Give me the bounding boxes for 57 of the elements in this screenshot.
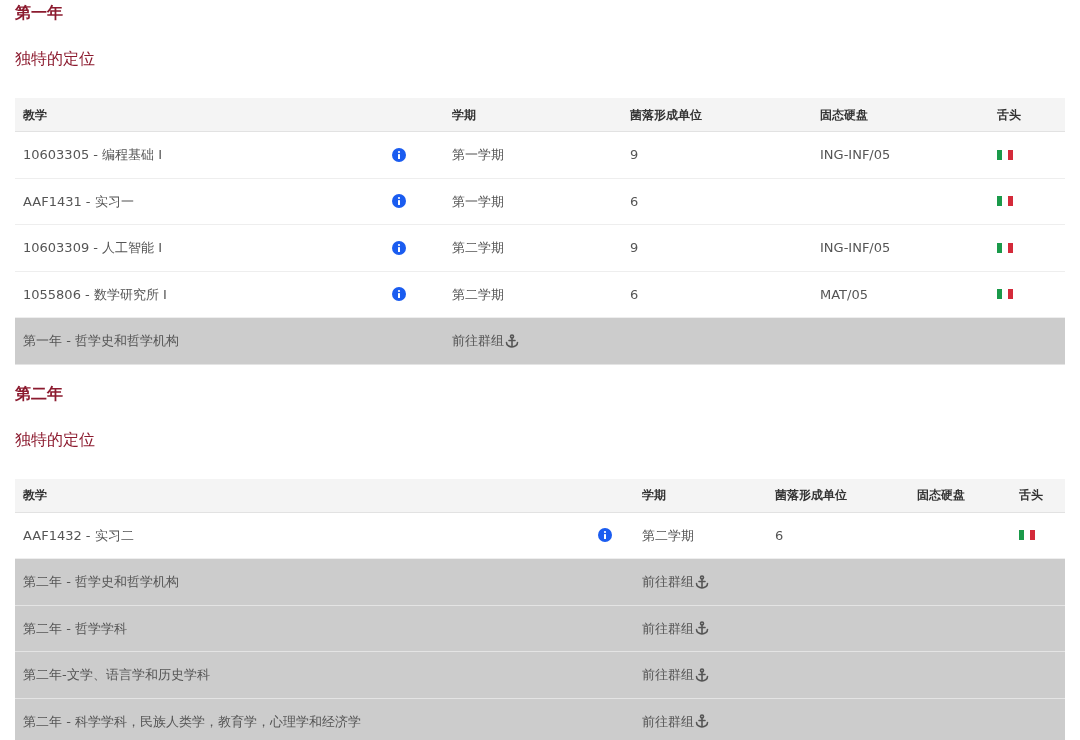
table-cell: 1055806 - 数学研究所 I — [23, 286, 167, 302]
table-cell: 第一学期 — [452, 193, 504, 209]
column-header: 固态硬盘 — [917, 488, 965, 502]
column-header: 学期 — [452, 107, 476, 122]
section-heading: 独特的定位 — [15, 48, 95, 70]
table-cell: ING-INF/05 — [820, 240, 891, 255]
group-title: 第二年 - 哲学学科 — [23, 620, 127, 636]
table-cell: 10603305 - 编程基础 I — [23, 147, 163, 162]
table-cell: AAF1432 - 实习二 — [23, 527, 134, 543]
table-cell: 第二学期 — [452, 286, 504, 302]
table-cell: 第一学期 — [452, 147, 504, 162]
flag-icon — [997, 196, 1013, 207]
column-header: 菌落形成单位 — [630, 107, 702, 122]
column-header: 菌落形成单位 — [775, 488, 847, 502]
column-header: 固态硬盘 — [820, 107, 868, 122]
section-heading: 独特的定位 — [15, 428, 95, 451]
anchor-icon — [695, 714, 709, 729]
info-icon[interactable] — [392, 194, 406, 209]
group-link[interactable]: 前往群组 — [642, 618, 709, 638]
info-icon[interactable] — [392, 287, 406, 302]
table-cell: 第二学期 — [452, 240, 504, 255]
anchor-icon — [505, 333, 519, 348]
table-cell: 6 — [775, 527, 784, 543]
anchor-icon — [695, 574, 709, 589]
table-cell: 10603309 - 人工智能 I — [23, 240, 163, 255]
flag-icon — [1019, 530, 1035, 541]
anchor-icon — [695, 667, 709, 682]
table-cell: 第二学期 — [642, 527, 694, 543]
table-cell: 9 — [630, 147, 639, 162]
info-icon[interactable] — [392, 240, 406, 255]
flag-icon — [997, 149, 1013, 160]
flag-icon — [997, 242, 1013, 253]
year-heading: 第二年 — [15, 382, 63, 405]
info-icon[interactable] — [598, 528, 612, 543]
column-header: 教学 — [23, 107, 47, 122]
group-title: 第二年 - 科学学科，民族人类学，教育学，心理学和经济学 — [23, 713, 361, 729]
column-header: 舌头 — [997, 107, 1021, 122]
table-cell: MAT/05 — [820, 286, 868, 302]
group-link[interactable]: 前往群组 — [452, 331, 519, 351]
group-link[interactable]: 前往群组 — [642, 711, 709, 731]
group-link[interactable]: 前往群组 — [642, 572, 709, 592]
column-header: 舌头 — [1019, 488, 1043, 502]
table-cell: ING-INF/05 — [820, 147, 891, 162]
column-header: 学期 — [642, 488, 666, 502]
anchor-icon — [695, 621, 709, 636]
year-heading: 第一年 — [15, 2, 63, 24]
table-cell: 9 — [630, 240, 639, 255]
column-header: 教学 — [23, 488, 47, 502]
info-icon[interactable] — [392, 147, 406, 162]
table-cell: 6 — [630, 286, 639, 302]
table-cell: 6 — [630, 193, 639, 209]
flag-icon — [997, 289, 1013, 300]
group-link[interactable]: 前往群组 — [642, 665, 709, 685]
table-cell: AAF1431 - 实习一 — [23, 193, 134, 209]
group-title: 第二年-文学、语言学和历史学科 — [23, 667, 210, 682]
group-title: 第二年 - 哲学史和哲学机构 — [23, 574, 179, 589]
group-title: 第一年 - 哲学史和哲学机构 — [23, 333, 179, 348]
